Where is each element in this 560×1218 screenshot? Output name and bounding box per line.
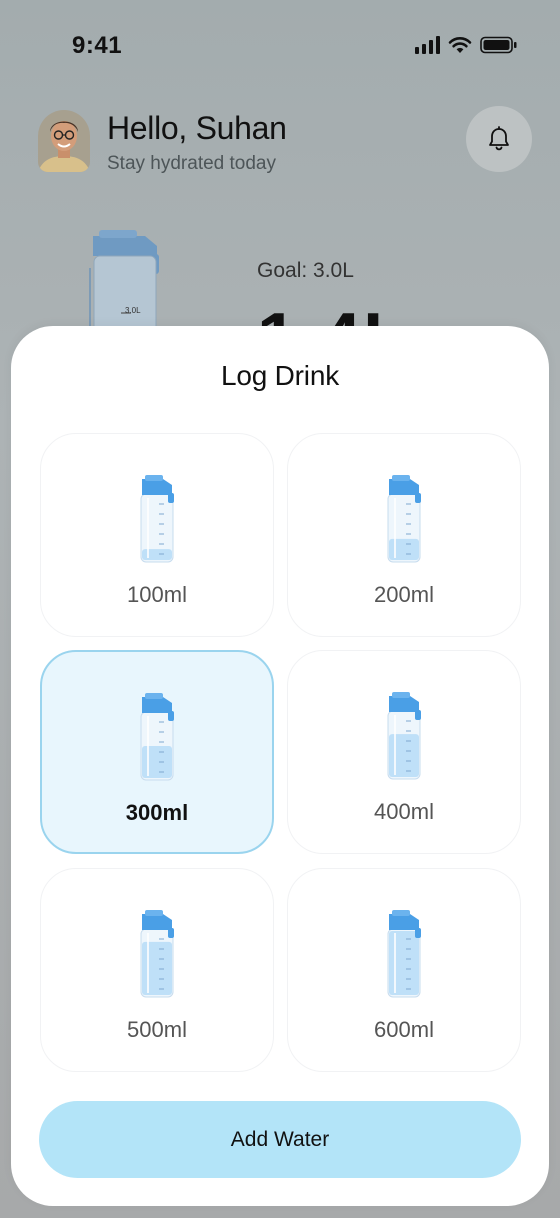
avatar[interactable] xyxy=(38,110,90,172)
drink-option-label: 600ml xyxy=(374,1017,434,1042)
drink-option-label: 200ml xyxy=(374,582,434,607)
drink-option-label: 500ml xyxy=(127,1017,187,1042)
bottle-icon xyxy=(41,474,273,564)
drink-option-label: 400ml xyxy=(374,799,434,824)
hero-bottle-mark: 3.0L xyxy=(125,306,141,315)
drink-option-200ml[interactable]: 200ml xyxy=(287,433,521,637)
greeting-title: Hello, Suhan xyxy=(107,110,287,146)
drink-option-500ml[interactable]: 500ml xyxy=(40,868,274,1072)
bottle-icon xyxy=(288,474,520,564)
drink-option-label: 300ml xyxy=(125,800,189,825)
bottle-icon xyxy=(41,909,273,999)
goal-label: Goal: 3.0L xyxy=(257,259,354,282)
status-icons xyxy=(415,36,518,54)
drink-option-400ml[interactable]: 400ml xyxy=(287,650,521,854)
drink-option-300ml[interactable]: 300ml xyxy=(40,650,274,854)
drink-option-600ml[interactable]: 600ml xyxy=(287,868,521,1072)
bottle-icon xyxy=(288,909,520,999)
add-water-button[interactable]: Add Water xyxy=(39,1101,521,1178)
bell-icon xyxy=(489,126,509,151)
sheet-title: Log Drink xyxy=(220,360,340,391)
greeting-subtitle: Stay hydrated today xyxy=(107,153,276,174)
battery-icon xyxy=(480,36,517,54)
notifications-button[interactable] xyxy=(466,106,532,172)
drink-option-100ml[interactable]: 100ml xyxy=(40,433,274,637)
cellular-signal-icon xyxy=(415,36,440,54)
bottle-icon xyxy=(288,691,520,781)
drink-option-label: 100ml xyxy=(127,582,187,607)
status-time: 9:41 xyxy=(72,32,123,59)
bottle-icon xyxy=(42,692,272,782)
wifi-icon xyxy=(448,37,472,53)
